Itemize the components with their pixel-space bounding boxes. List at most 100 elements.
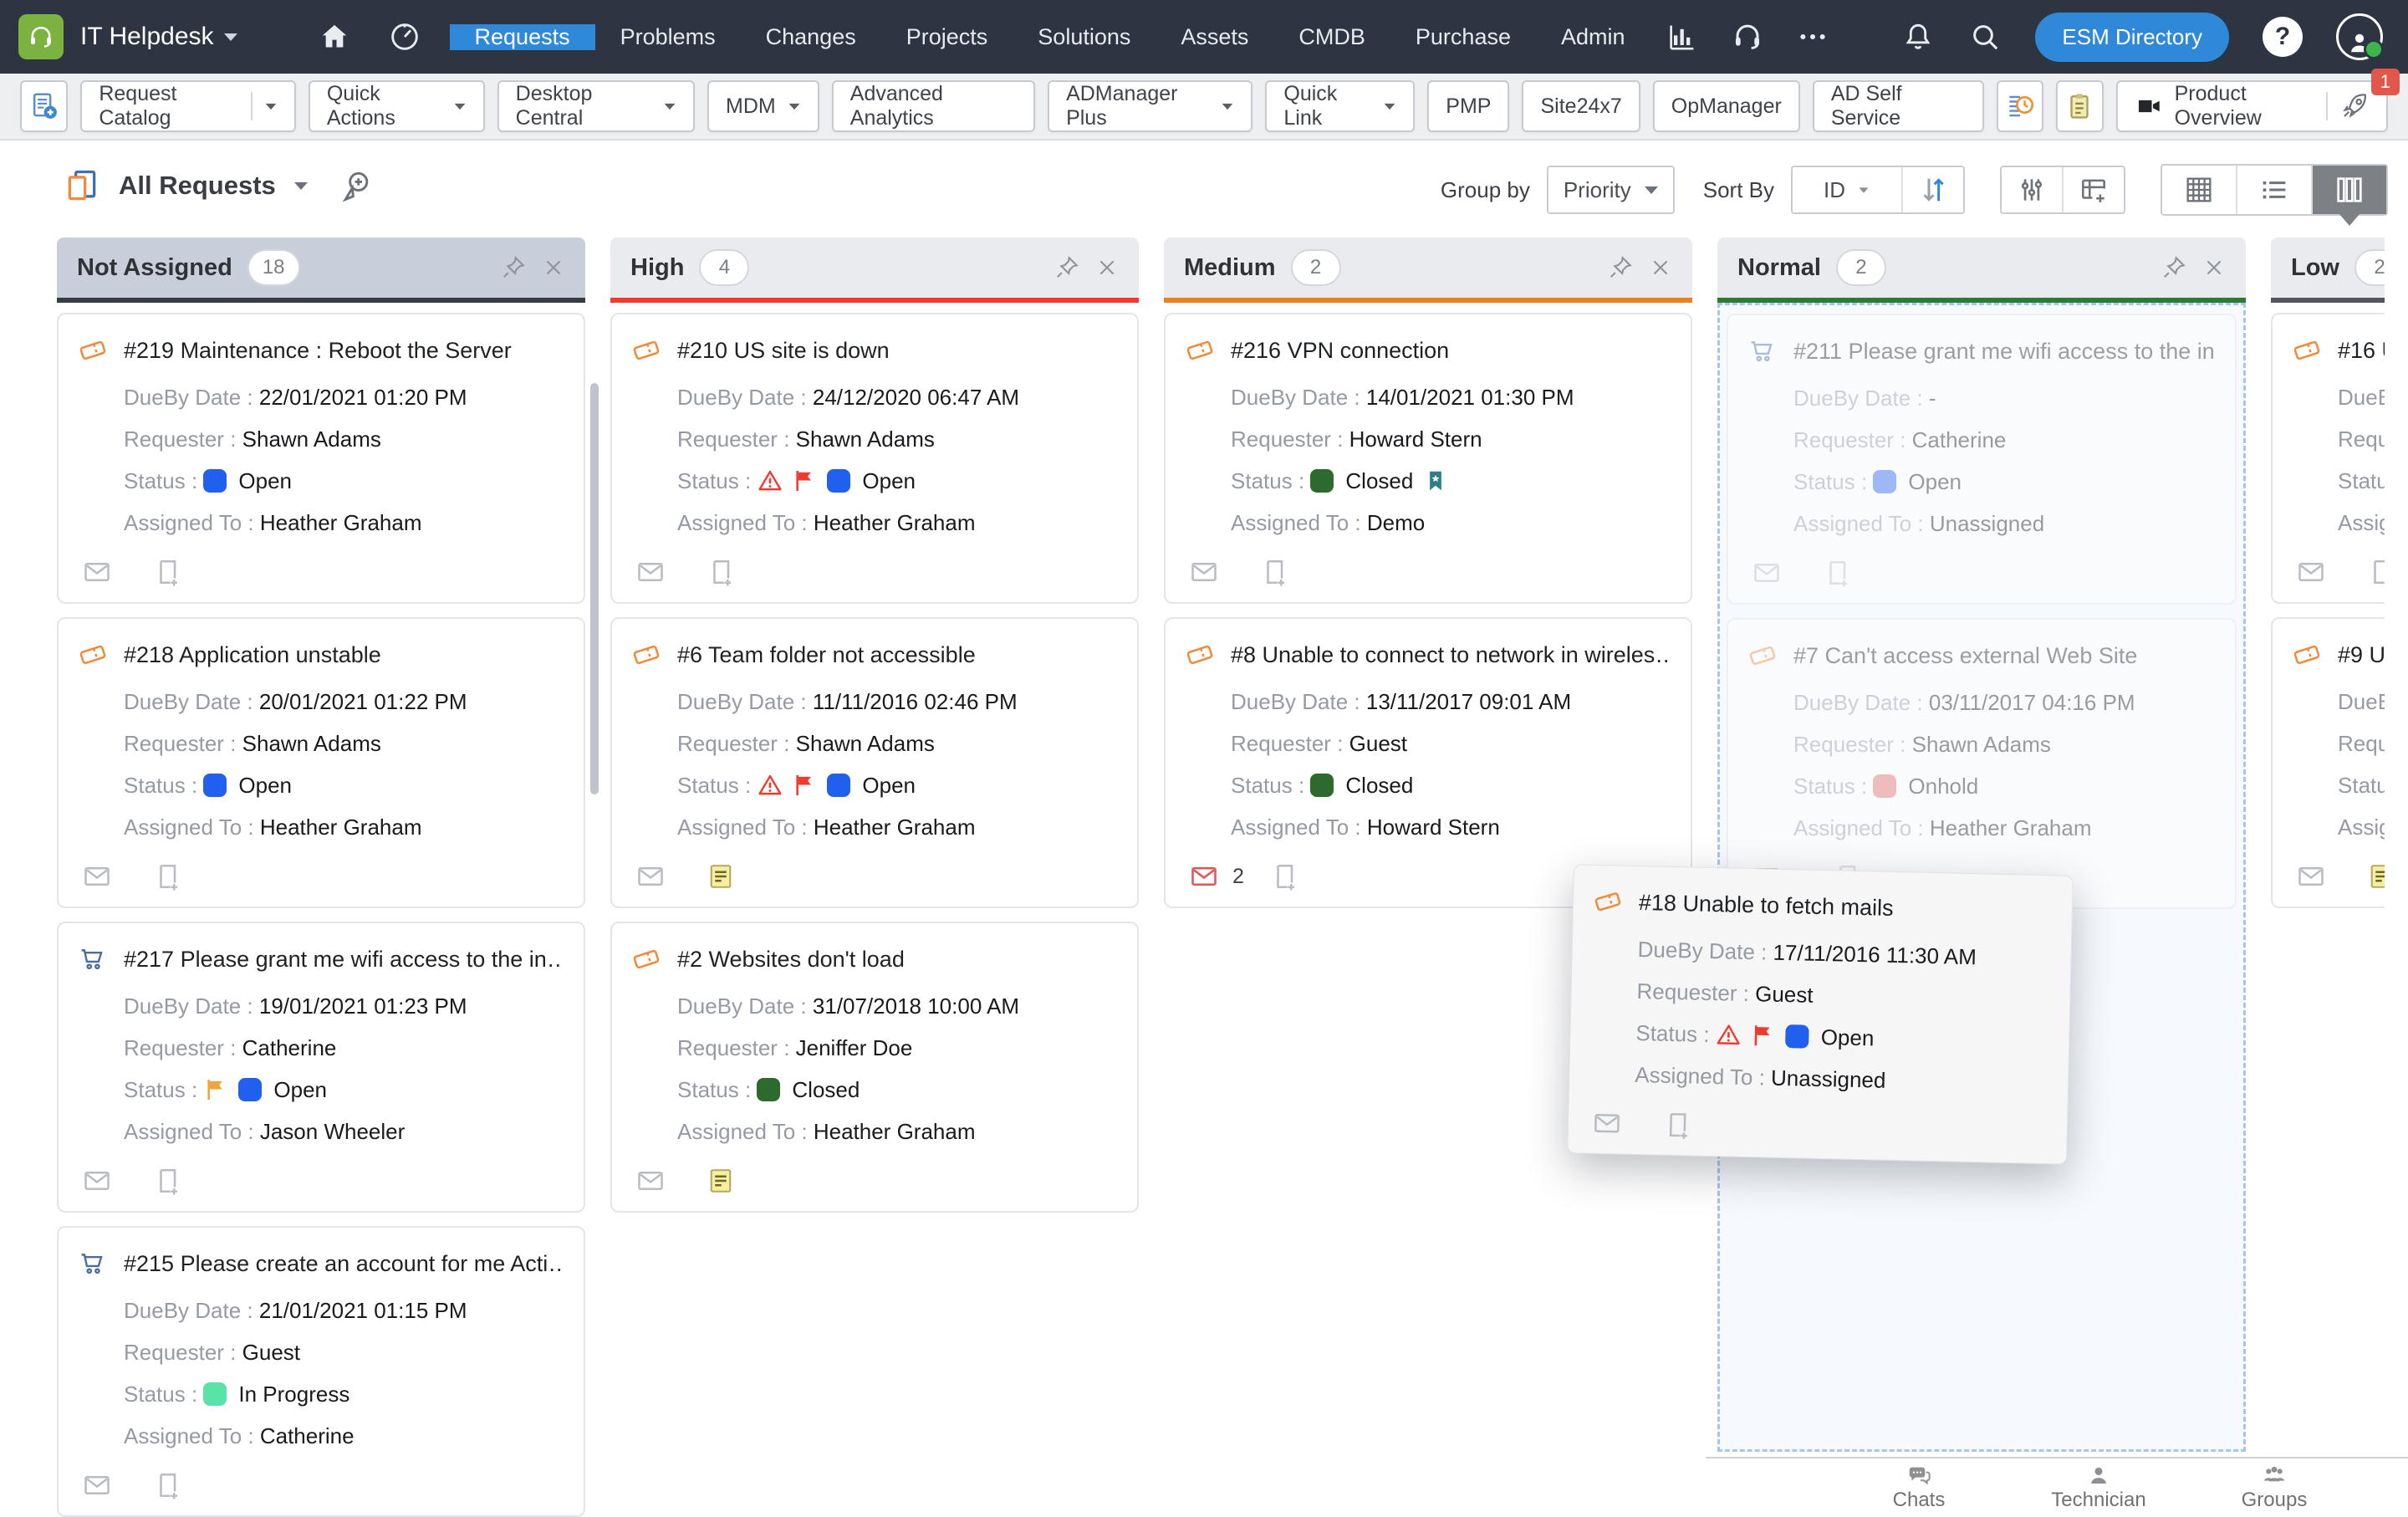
mail-icon[interactable] xyxy=(82,1470,112,1500)
list-view-button[interactable] xyxy=(2236,166,2311,214)
dragged-request-card[interactable]: #18 Unable to fetch mails DueBy Date17/1… xyxy=(1567,864,2074,1164)
request-card[interactable]: #218 Application unstable DueBy Date20/0… xyxy=(57,617,585,908)
add-column-button[interactable] xyxy=(2062,167,2124,212)
note-icon[interactable] xyxy=(706,1166,736,1196)
search-icon[interactable] xyxy=(1968,20,2002,54)
column-header[interactable]: Not Assigned 18 xyxy=(57,238,585,303)
mail-icon[interactable] xyxy=(635,557,666,587)
close-column-icon[interactable] xyxy=(542,256,565,279)
search-views-icon[interactable] xyxy=(338,167,375,204)
add-note-icon[interactable] xyxy=(706,557,736,587)
mail-icon[interactable] xyxy=(2296,861,2326,891)
add-note-icon[interactable] xyxy=(1259,557,1289,587)
sort-direction-toggle[interactable] xyxy=(1901,167,1963,212)
column-header[interactable]: Medium 2 xyxy=(1164,238,1692,303)
request-title[interactable]: #219 Maintenance : Reboot the Server xyxy=(124,338,512,364)
tab-purchase[interactable]: Purchase xyxy=(1390,24,1536,50)
esm-directory-button[interactable]: ESM Directory xyxy=(2035,13,2229,62)
request-card[interactable]: #210 US site is down DueBy Date24/12/202… xyxy=(610,313,1139,604)
unread-mail-icon[interactable] xyxy=(1189,861,1219,891)
close-column-icon[interactable] xyxy=(2202,256,2226,279)
user-avatar[interactable] xyxy=(2336,13,2383,60)
request-card[interactable]: #2 Websites don't load DueBy Date31/07/2… xyxy=(610,922,1139,1213)
grid-view-button[interactable] xyxy=(2162,166,2236,214)
chevron-down-icon[interactable] xyxy=(294,182,308,190)
close-column-icon[interactable] xyxy=(1095,256,1119,279)
mail-icon[interactable] xyxy=(2296,557,2326,587)
scheduled-reports-button[interactable] xyxy=(1997,80,2043,132)
tab-problems[interactable]: Problems xyxy=(595,24,741,50)
column-scrollbar[interactable] xyxy=(590,383,599,794)
sort-field-select[interactable]: ID xyxy=(1793,167,1901,212)
quick-link-button[interactable]: Quick Link xyxy=(1265,80,1415,132)
group-by-select[interactable]: Priority xyxy=(1547,166,1675,214)
quick-actions-button[interactable]: Quick Actions xyxy=(309,80,485,132)
pin-column-icon[interactable] xyxy=(500,254,527,281)
opmanager-button[interactable]: OpManager xyxy=(1653,80,1800,132)
request-card[interactable]: #6 Team folder not accessible DueBy Date… xyxy=(610,617,1139,908)
add-note-icon[interactable] xyxy=(152,861,182,891)
pin-column-icon[interactable] xyxy=(1054,254,1080,281)
ad-self-service-button[interactable]: AD Self Service xyxy=(1813,80,1984,132)
tab-requests[interactable]: Requests xyxy=(450,24,595,50)
desktop-central-button[interactable]: Desktop Central xyxy=(497,80,695,132)
new-request-button[interactable] xyxy=(20,80,68,132)
column-header[interactable]: Normal 2 xyxy=(1717,238,2246,303)
request-title[interactable]: #215 Please create an account for me Act… xyxy=(124,1251,564,1277)
app-logo[interactable] xyxy=(18,14,64,59)
add-note-icon[interactable] xyxy=(152,557,182,587)
technician-dock-item[interactable]: Technician xyxy=(2032,1462,2166,1512)
site24x7-button[interactable]: Site24x7 xyxy=(1522,80,1640,132)
notifications-bell-icon[interactable] xyxy=(1901,20,1935,54)
product-overview-button[interactable]: Product Overview 1 xyxy=(2116,80,2388,132)
add-note-icon[interactable] xyxy=(152,1166,182,1196)
tab-changes[interactable]: Changes xyxy=(741,24,881,50)
mail-icon[interactable] xyxy=(82,557,112,587)
tab-projects[interactable]: Projects xyxy=(881,24,1013,50)
column-header[interactable]: High 4 xyxy=(610,238,1139,303)
request-card[interactable]: #217 Please grant me wifi access to the … xyxy=(57,922,585,1213)
add-note-icon[interactable] xyxy=(1822,558,1852,588)
close-column-icon[interactable] xyxy=(1649,256,1672,279)
request-catalog-button[interactable]: Request Catalog xyxy=(80,80,296,132)
help-icon[interactable]: ? xyxy=(2263,17,2303,57)
request-card[interactable]: #219 Maintenance : Reboot the Server Due… xyxy=(57,313,585,604)
advanced-analytics-button[interactable]: Advanced Analytics xyxy=(832,80,1035,132)
request-title[interactable]: #217 Please grant me wifi access to the … xyxy=(124,947,564,973)
pmp-button[interactable]: PMP xyxy=(1427,80,1509,132)
chats-dock-item[interactable]: Chats xyxy=(1852,1462,1986,1512)
note-icon[interactable] xyxy=(706,861,736,891)
request-title[interactable]: #216 VPN connection xyxy=(1231,338,1449,364)
mail-icon[interactable] xyxy=(635,861,666,891)
current-view-selector[interactable]: All Requests xyxy=(119,171,276,201)
tab-cmdb[interactable]: CMDB xyxy=(1273,24,1390,50)
mail-icon[interactable] xyxy=(1189,557,1219,587)
support-headset-icon[interactable] xyxy=(1731,20,1764,54)
tasks-clipboard-button[interactable] xyxy=(2056,80,2103,132)
mail-icon[interactable] xyxy=(82,861,112,891)
request-title[interactable]: #2 Websites don't load xyxy=(677,947,905,973)
kanban-view-button[interactable] xyxy=(2311,166,2386,214)
request-title[interactable]: #211 Please grant me wifi access to the … xyxy=(1793,339,2215,365)
filter-fields-button[interactable] xyxy=(2002,167,2062,212)
request-card[interactable]: #215 Please create an account for me Act… xyxy=(57,1226,585,1517)
pin-column-icon[interactable] xyxy=(2161,254,2187,281)
groups-dock-item[interactable]: Groups xyxy=(2207,1462,2341,1512)
mail-icon[interactable] xyxy=(635,1166,666,1196)
mail-icon[interactable] xyxy=(82,1166,112,1196)
more-menu-icon[interactable] xyxy=(1796,20,1829,54)
rocket-icon[interactable] xyxy=(2339,91,2370,121)
tab-solutions[interactable]: Solutions xyxy=(1013,24,1156,50)
portal-switcher[interactable]: IT Helpdesk xyxy=(80,23,237,51)
request-card[interactable]: #211 Please grant me wifi access to the … xyxy=(1727,314,2237,605)
request-title[interactable]: #18 Unable to fetch mails xyxy=(1639,890,1894,922)
admanager-plus-button[interactable]: ADManager Plus xyxy=(1048,80,1252,132)
request-title[interactable]: #218 Application unstable xyxy=(124,642,381,668)
pin-column-icon[interactable] xyxy=(1607,254,1634,281)
request-card[interactable]: #216 VPN connection DueBy Date14/01/2021… xyxy=(1164,313,1692,604)
request-title[interactable]: #8 Unable to connect to network in wirel… xyxy=(1231,642,1671,668)
request-title[interactable]: #7 Can't access external Web Site xyxy=(1793,643,2137,669)
mail-icon[interactable] xyxy=(1752,558,1782,588)
home-icon[interactable] xyxy=(318,20,351,54)
reports-icon[interactable] xyxy=(1666,20,1699,54)
